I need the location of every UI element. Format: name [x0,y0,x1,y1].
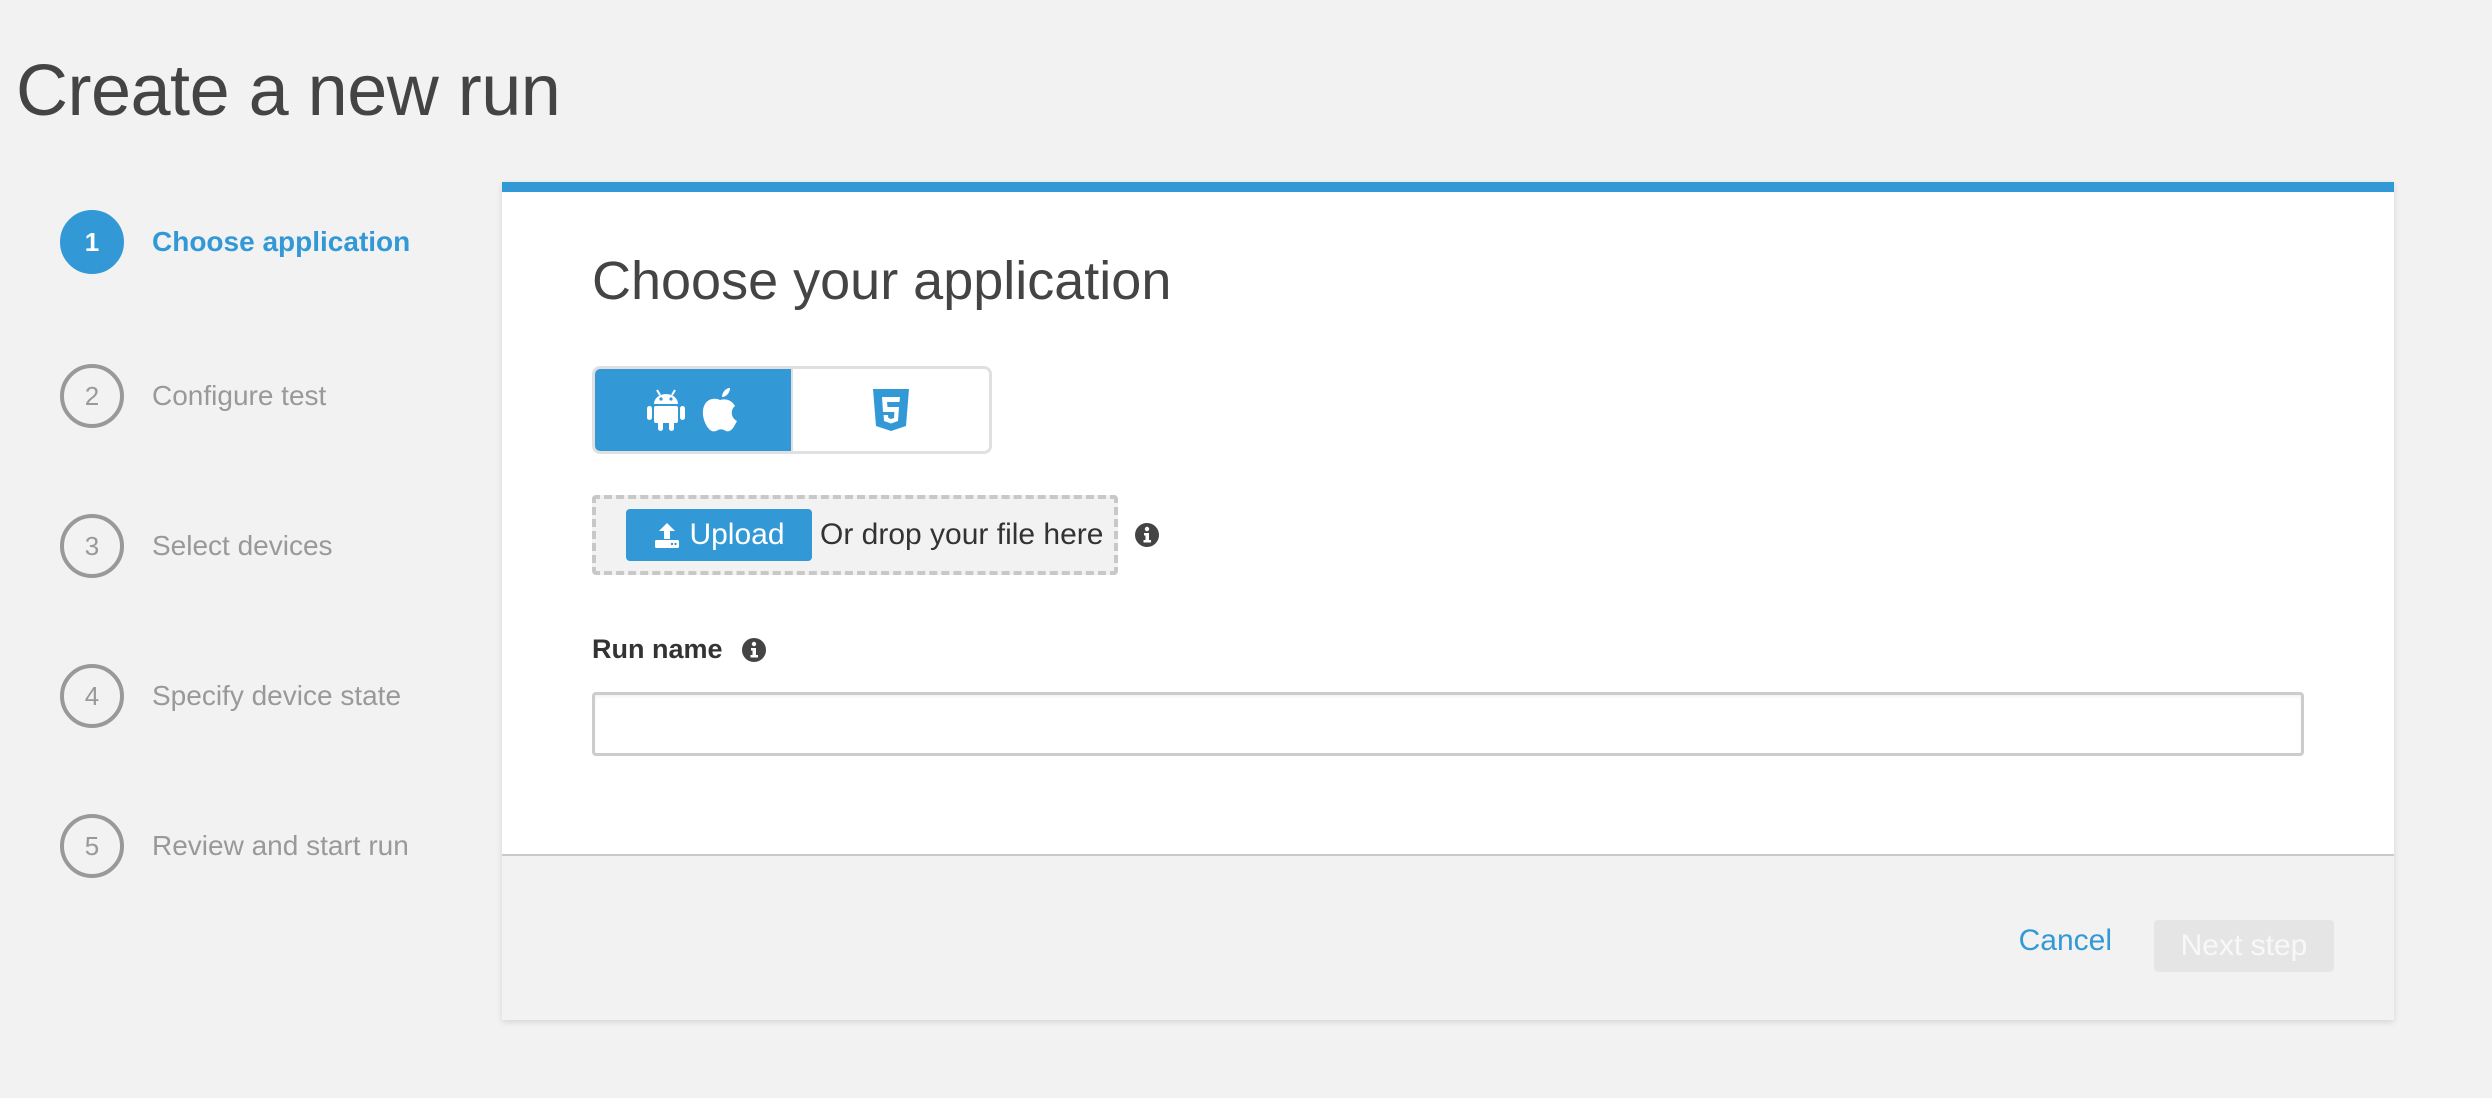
step-label: Select devices [152,530,333,561]
run-name-label: Run name [592,634,767,665]
step-number-circle: 4 [60,664,124,728]
step-label: Choose application [152,226,411,257]
android-icon [646,388,686,432]
step-number-circle: 3 [60,514,124,578]
step-select-devices[interactable]: 3 Select devices [60,514,480,578]
run-name-input[interactable] [592,692,2304,756]
step-label: Review and start run [152,830,409,861]
step-label: Specify device state [152,680,402,711]
run-name-label-text: Run name [592,634,723,664]
platform-toggle [592,366,992,454]
upload-icon [653,521,681,549]
step-choose-application[interactable]: 1 Choose application [60,210,480,274]
html5-icon [872,388,910,432]
upload-button[interactable]: Upload [626,509,812,561]
info-icon[interactable] [1134,522,1160,548]
step-number-circle: 5 [60,814,124,878]
step-label: Configure test [152,380,327,411]
cancel-button[interactable]: Cancel [2019,924,2112,958]
platform-option-web[interactable] [791,369,989,451]
step-specify-device-state[interactable]: 4 Specify device state [60,664,480,728]
card-footer: Cancel Next step [502,856,2394,1020]
section-title: Choose your application [592,251,1172,311]
next-step-button[interactable]: Next step [2154,920,2334,972]
card-accent-bar [502,182,2394,192]
card-body: Choose your application Upload Or drop y… [502,192,2394,856]
step-number-circle: 1 [60,210,124,274]
step-number-circle: 2 [60,364,124,428]
wizard-card: Choose your application Upload Or drop y… [502,182,2394,1020]
step-review-and-start-run[interactable]: 5 Review and start run [60,814,480,878]
info-icon[interactable] [741,637,767,663]
page-title: Create a new run [16,51,561,131]
platform-option-native[interactable] [595,369,791,451]
apple-icon [700,387,740,433]
drop-hint-text: Or drop your file here [820,518,1104,551]
upload-button-label: Upload [689,518,785,551]
step-configure-test[interactable]: 2 Configure test [60,364,480,428]
file-dropzone[interactable]: Upload Or drop your file here [592,495,1118,575]
